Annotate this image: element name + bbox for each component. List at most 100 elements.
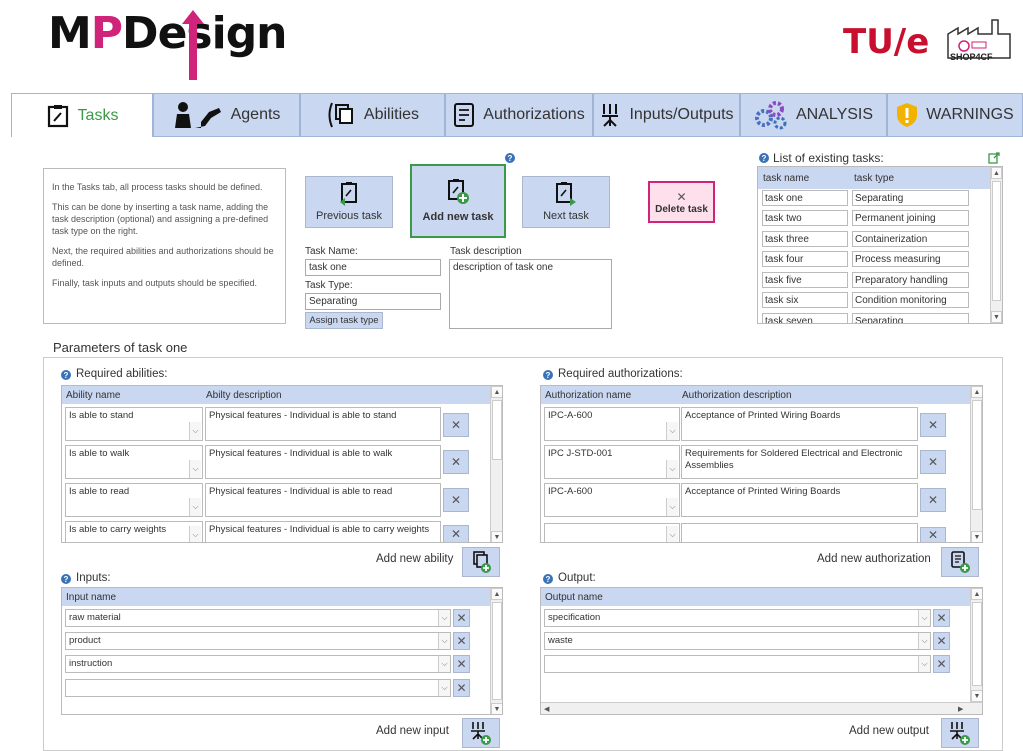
remove-ability-button[interactable]: ✕ bbox=[443, 413, 469, 437]
chevron-down-icon[interactable]: ⌵ bbox=[189, 498, 201, 516]
output-name-select[interactable] bbox=[544, 655, 931, 673]
ability-name-select[interactable]: Is able to stand bbox=[65, 407, 203, 441]
outputs-scrollbar[interactable]: ▲ ▼ bbox=[970, 588, 982, 702]
task-name-cell[interactable]: task one bbox=[762, 190, 848, 206]
help-icon[interactable]: ? bbox=[759, 153, 769, 163]
remove-output-button[interactable]: ✕ bbox=[933, 609, 950, 627]
add-authorization-button[interactable] bbox=[941, 547, 979, 577]
help-icon[interactable]: ? bbox=[61, 370, 71, 380]
ability-name-select[interactable]: Is able to read bbox=[65, 483, 203, 517]
scroll-up-icon[interactable]: ▲ bbox=[971, 386, 982, 398]
input-name-select[interactable] bbox=[65, 679, 451, 697]
task-list[interactable]: task name task type task one Separating t… bbox=[757, 166, 1003, 324]
scroll-right-icon[interactable]: ▶ bbox=[958, 705, 963, 713]
scroll-up-icon[interactable]: ▲ bbox=[491, 588, 502, 600]
chevron-down-icon[interactable]: ⌵ bbox=[666, 460, 678, 478]
input-name-select[interactable]: instruction bbox=[65, 655, 451, 673]
scroll-down-icon[interactable]: ▼ bbox=[991, 311, 1002, 323]
chevron-down-icon[interactable]: ⌵ bbox=[438, 680, 450, 696]
scroll-thumb[interactable] bbox=[492, 400, 502, 460]
task-type-cell[interactable]: Separating bbox=[852, 190, 969, 206]
task-description-input[interactable]: description of task one bbox=[449, 259, 612, 329]
authorization-name-select[interactable]: IPC J-STD-001 bbox=[544, 445, 680, 479]
scroll-left-icon[interactable]: ◀ bbox=[544, 705, 549, 713]
add-output-button[interactable] bbox=[941, 718, 979, 748]
chevron-down-icon[interactable]: ⌵ bbox=[918, 633, 930, 649]
remove-input-button[interactable]: ✕ bbox=[453, 632, 470, 650]
authorization-name-select[interactable]: IPC-A-600 bbox=[544, 407, 680, 441]
authorizations-scrollbar[interactable]: ▲ ▼ bbox=[970, 386, 982, 542]
scroll-down-icon[interactable]: ▼ bbox=[971, 531, 982, 542]
help-icon[interactable]: ? bbox=[61, 574, 71, 584]
list-item[interactable]: task two Permanent joining bbox=[758, 210, 990, 230]
input-name-select[interactable]: raw material bbox=[65, 609, 451, 627]
tab-abilities[interactable]: Abilities bbox=[300, 93, 445, 137]
ability-name-select[interactable]: Is able to carry weights bbox=[65, 521, 203, 542]
scroll-down-icon[interactable]: ▼ bbox=[491, 531, 502, 542]
task-name-cell[interactable]: task six bbox=[762, 292, 848, 308]
output-name-select[interactable]: specification bbox=[544, 609, 931, 627]
scroll-thumb[interactable] bbox=[972, 602, 982, 686]
list-item[interactable]: task four Process measuring bbox=[758, 251, 990, 271]
remove-authorization-button[interactable]: ✕ bbox=[920, 413, 946, 437]
remove-input-button[interactable]: ✕ bbox=[453, 609, 470, 627]
add-new-task-button[interactable]: Add new task bbox=[410, 164, 506, 238]
list-item[interactable]: task seven Separating bbox=[758, 313, 990, 323]
chevron-down-icon[interactable]: ⌵ bbox=[666, 526, 678, 542]
list-item[interactable]: task six Condition monitoring bbox=[758, 292, 990, 312]
chevron-down-icon[interactable]: ⌵ bbox=[189, 526, 201, 542]
remove-ability-button[interactable]: ✕ bbox=[443, 450, 469, 474]
remove-authorization-button[interactable]: ✕ bbox=[920, 488, 946, 512]
task-type-cell[interactable]: Preparatory handling bbox=[852, 272, 969, 288]
add-input-button[interactable] bbox=[462, 718, 500, 748]
task-name-cell[interactable]: task four bbox=[762, 251, 848, 267]
chevron-down-icon[interactable]: ⌵ bbox=[438, 633, 450, 649]
authorization-name-select[interactable]: IPC-A-600 bbox=[544, 483, 680, 517]
scroll-thumb[interactable] bbox=[972, 400, 982, 510]
export-icon[interactable] bbox=[988, 152, 1000, 164]
task-name-cell[interactable]: task seven bbox=[762, 313, 848, 323]
task-type-cell[interactable]: Process measuring bbox=[852, 251, 969, 267]
input-name-select[interactable]: product bbox=[65, 632, 451, 650]
chevron-down-icon[interactable]: ⌵ bbox=[666, 422, 678, 440]
task-type-cell[interactable]: Permanent joining bbox=[852, 210, 969, 226]
tab-inputs-outputs[interactable]: Inputs/Outputs bbox=[593, 93, 740, 137]
help-icon[interactable]: ? bbox=[543, 370, 553, 380]
scroll-up-icon[interactable]: ▲ bbox=[971, 588, 982, 600]
chevron-down-icon[interactable]: ⌵ bbox=[438, 610, 450, 626]
task-type-field[interactable]: Separating bbox=[305, 293, 441, 310]
remove-output-button[interactable]: ✕ bbox=[933, 655, 950, 673]
task-name-cell[interactable]: task two bbox=[762, 210, 848, 226]
remove-input-button[interactable]: ✕ bbox=[453, 655, 470, 673]
remove-output-button[interactable]: ✕ bbox=[933, 632, 950, 650]
scroll-thumb[interactable] bbox=[492, 602, 502, 700]
remove-input-button[interactable]: ✕ bbox=[453, 679, 470, 697]
tab-agents[interactable]: Agents bbox=[153, 93, 300, 137]
task-type-cell[interactable]: Condition monitoring bbox=[852, 292, 969, 308]
help-icon[interactable]: ? bbox=[505, 153, 515, 163]
list-item[interactable]: task five Preparatory handling bbox=[758, 272, 990, 292]
outputs-horizontal-scrollbar[interactable]: ◀ ▶ bbox=[541, 702, 982, 714]
remove-ability-button[interactable]: ✕ bbox=[443, 488, 469, 512]
add-ability-button[interactable] bbox=[462, 547, 500, 577]
authorization-name-select[interactable] bbox=[544, 523, 680, 542]
remove-authorization-button[interactable]: ✕ bbox=[920, 450, 946, 474]
output-name-select[interactable]: waste bbox=[544, 632, 931, 650]
task-list-scrollbar[interactable]: ▲ ▼ bbox=[990, 167, 1002, 323]
remove-ability-button[interactable]: ✕ bbox=[443, 525, 469, 542]
task-type-cell[interactable]: Separating bbox=[852, 313, 969, 323]
chevron-down-icon[interactable]: ⌵ bbox=[918, 610, 930, 626]
scroll-thumb[interactable] bbox=[992, 181, 1001, 301]
scroll-down-icon[interactable]: ▼ bbox=[971, 690, 982, 702]
previous-task-button[interactable]: Previous task bbox=[305, 176, 393, 228]
help-icon[interactable]: ? bbox=[543, 574, 553, 584]
tab-tasks[interactable]: Tasks bbox=[11, 93, 153, 137]
scroll-down-icon[interactable]: ▼ bbox=[491, 703, 502, 714]
task-name-cell[interactable]: task five bbox=[762, 272, 848, 288]
tab-warnings[interactable]: WARNINGS bbox=[887, 93, 1023, 137]
chevron-down-icon[interactable]: ⌵ bbox=[189, 422, 201, 440]
list-item[interactable]: task one Separating bbox=[758, 190, 990, 210]
abilities-scrollbar[interactable]: ▲ ▼ bbox=[490, 386, 502, 542]
task-name-input[interactable]: task one bbox=[305, 259, 441, 276]
list-item[interactable]: task three Containerization bbox=[758, 231, 990, 251]
